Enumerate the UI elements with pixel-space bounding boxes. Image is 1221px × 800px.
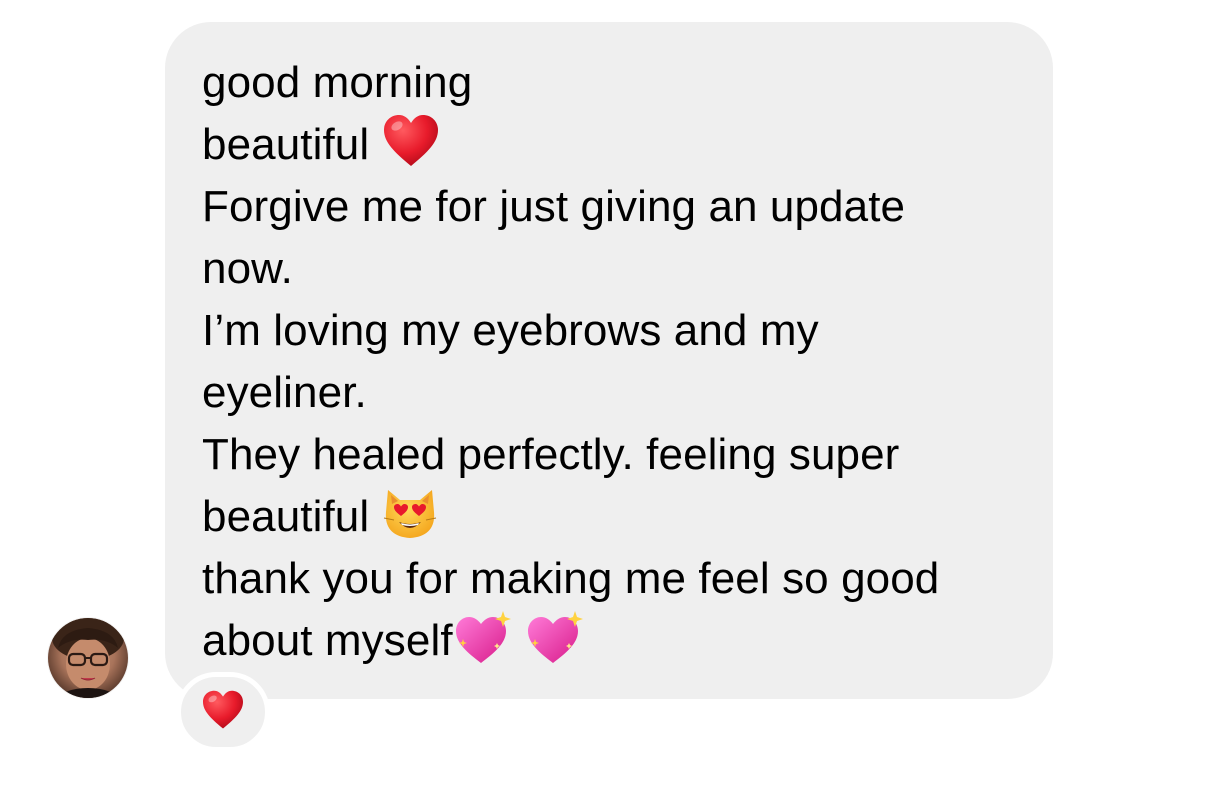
message-line: Forgive me for just giving an update [202,176,1017,238]
message-line: about myself [202,610,1017,672]
message-bubble[interactable]: good morning beautiful Forgive me for ju… [165,22,1053,699]
red-heart-icon [201,690,245,735]
message-text: eyeliner. [202,368,367,417]
message-text: beautiful [202,492,370,541]
message-line: beautiful [202,114,1017,176]
message-text: beautiful [202,120,370,169]
reaction-badge[interactable] [176,672,270,752]
avatar-photo [52,618,124,698]
heart-eyes-cat-icon [382,486,438,540]
message-text: They healed perfectly. feeling super [202,430,900,479]
message-line: They healed perfectly. feeling super [202,424,1017,486]
chat-view: good morning beautiful Forgive me for ju… [0,0,1221,800]
message-text: I’m loving my eyebrows and my [202,306,819,355]
red-heart-icon [382,114,440,168]
message-text: now. [202,244,293,293]
message-text: thank you for making me feel so good [202,554,940,603]
message-line: thank you for making me feel so good [202,548,1017,610]
message-text: good morning [202,58,473,107]
message-text: about myself [202,616,453,665]
message-line: I’m loving my eyebrows and my [202,300,1017,362]
avatar[interactable] [48,618,128,698]
message-line: good morning [202,52,1017,114]
sparkling-heart-icon [453,609,513,665]
message-line: beautiful [202,486,1017,548]
message-line: eyeliner. [202,362,1017,424]
message-line: now. [202,238,1017,300]
sparkling-heart-icon [525,609,585,665]
message-text: Forgive me for just giving an update [202,182,906,231]
